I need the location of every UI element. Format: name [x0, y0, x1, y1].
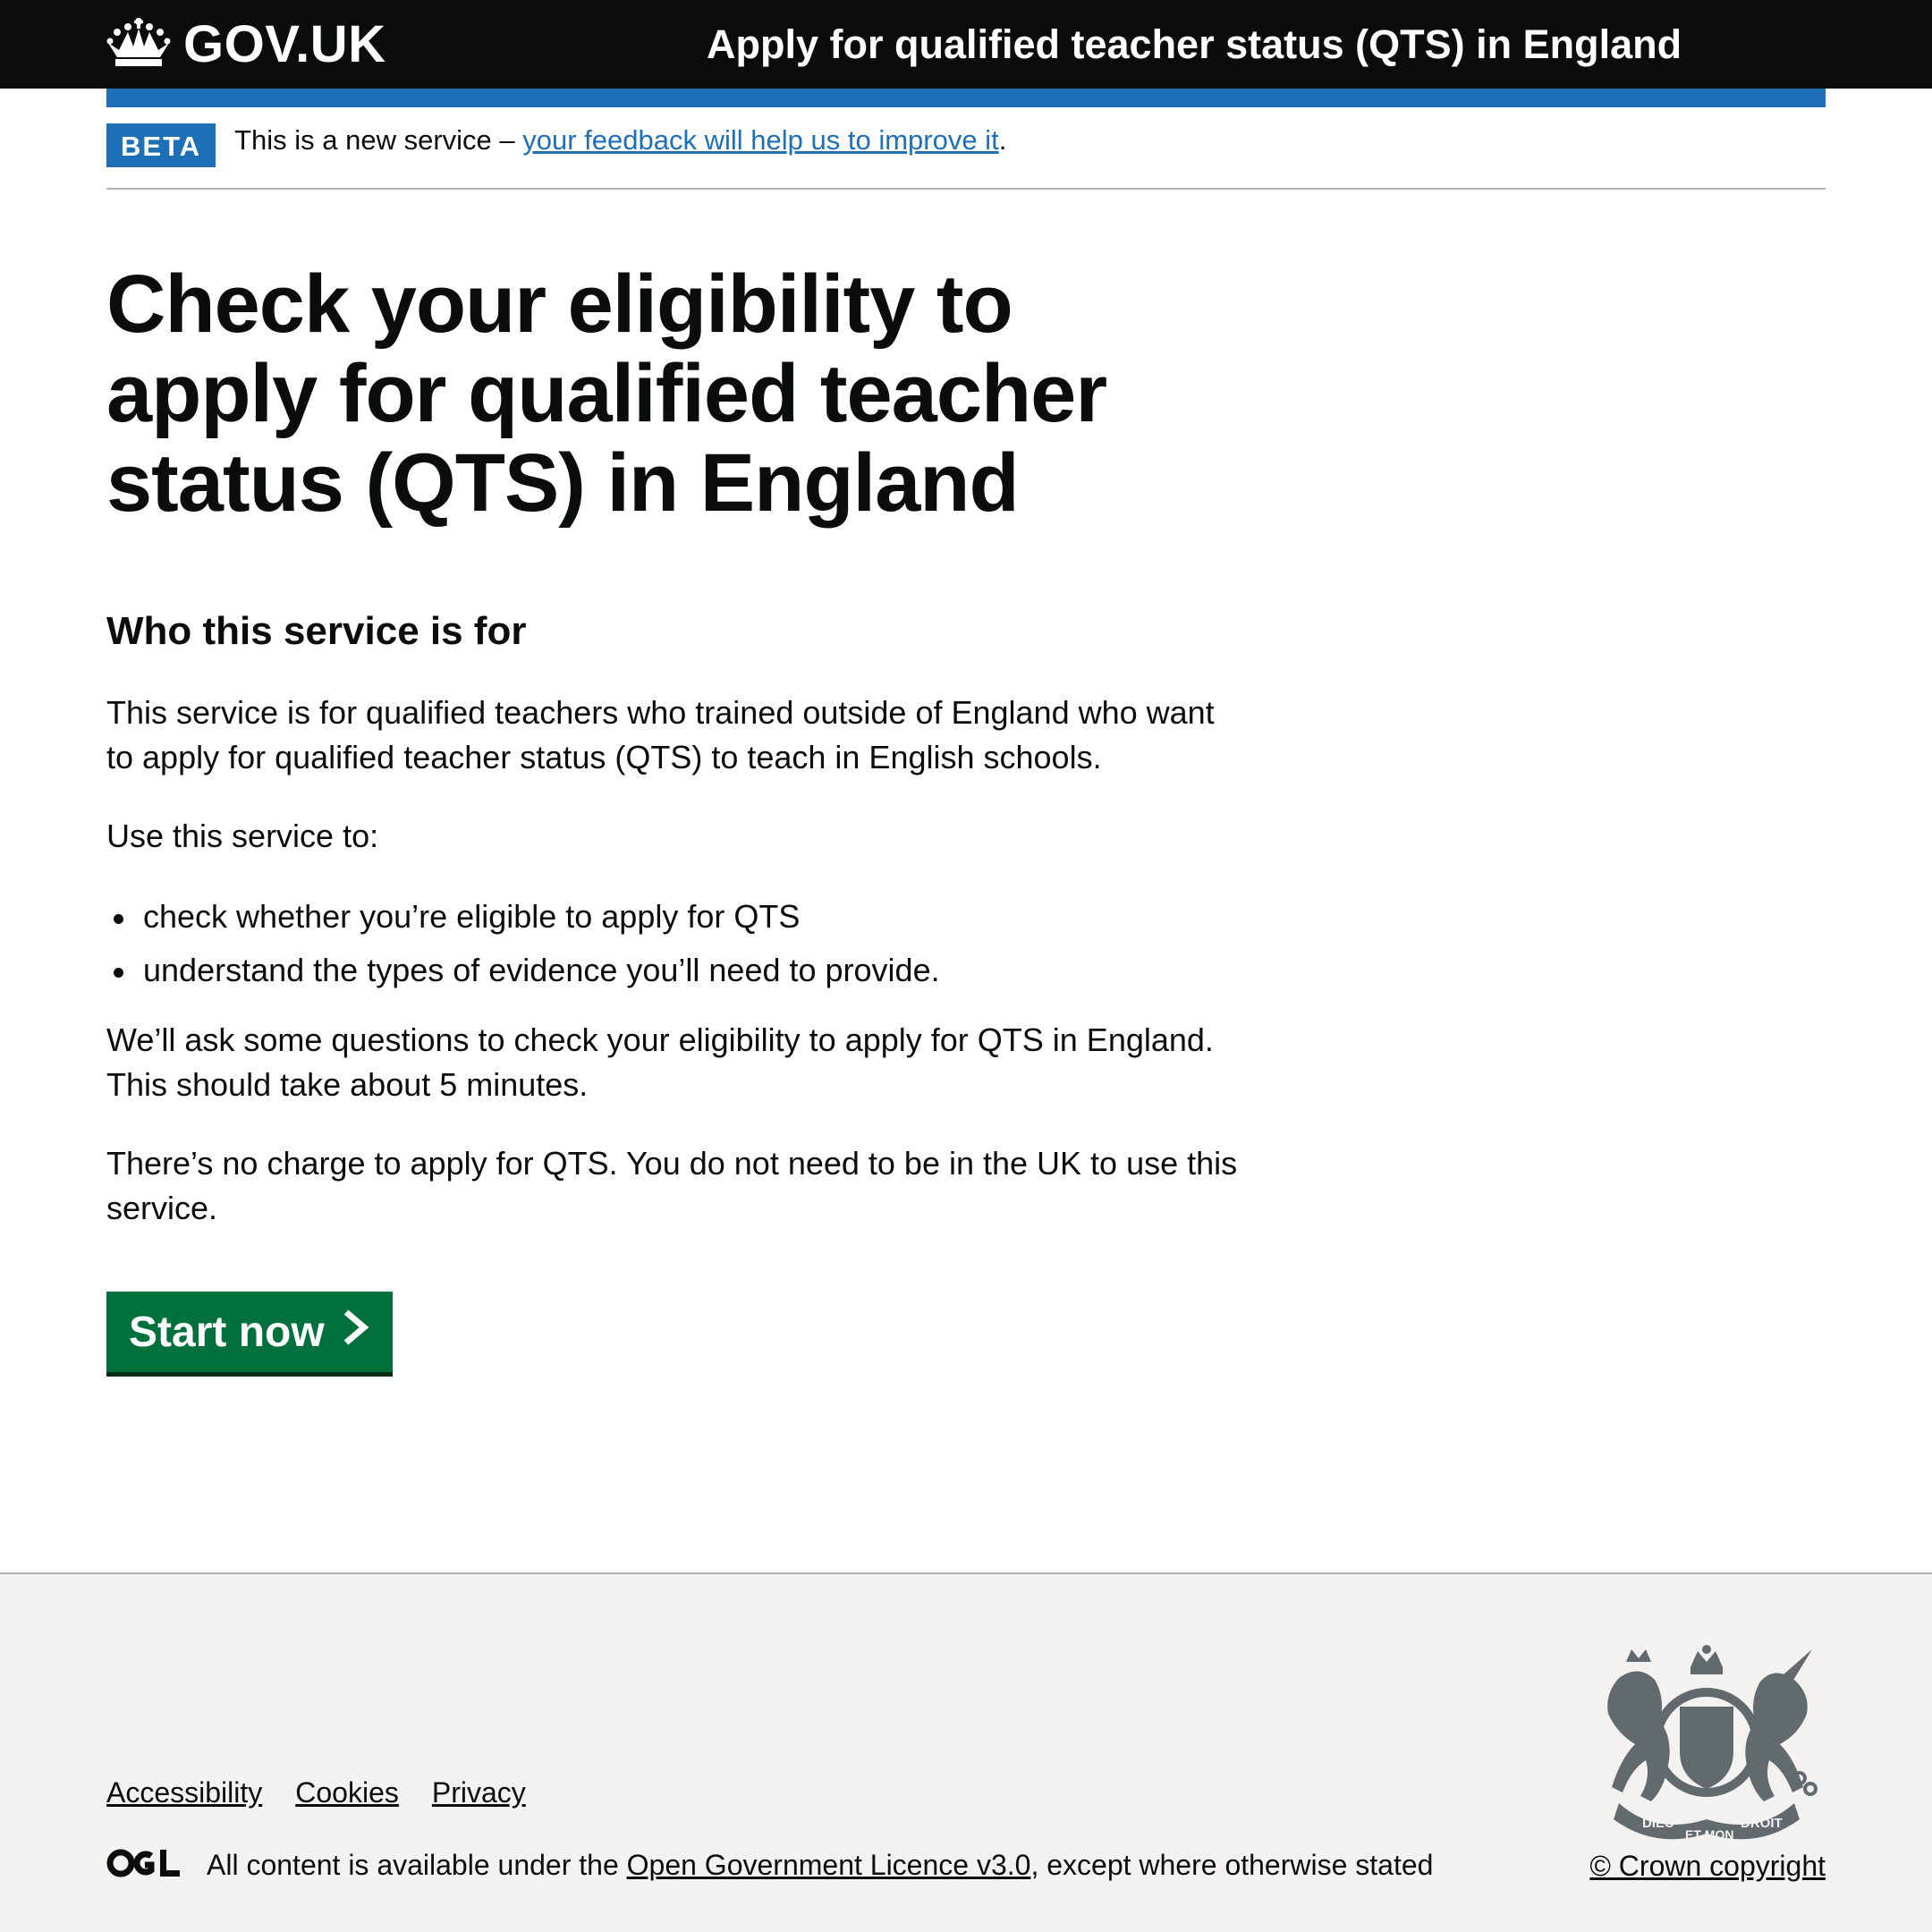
crown-icon [106, 16, 183, 72]
list-item: check whether you’re eligible to apply f… [106, 894, 1242, 939]
phase-banner-suffix: . [998, 124, 1007, 156]
service-name-link[interactable]: Apply for qualified teacher status (QTS)… [707, 20, 1682, 70]
crown-copyright-link[interactable]: © Crown copyright [1589, 1850, 1826, 1883]
crest-motto-centre: ET MON [1685, 1827, 1733, 1841]
chevron-right-icon [325, 1308, 369, 1357]
main-content: Check your eligibility to apply for qual… [106, 259, 1242, 1372]
site-footer: Accessibility Cookies Privacy All conten… [0, 1572, 1932, 1932]
licence-suffix: , except where otherwise stated [1030, 1849, 1434, 1881]
phase-banner-prefix: This is a new service – [234, 124, 523, 156]
questions-paragraph: We’ll ask some questions to check your e… [106, 1021, 1214, 1103]
licence-text: All content is available under the Open … [207, 1844, 1433, 1885]
crest-motto-left: DIEU [1642, 1816, 1674, 1831]
phase-banner: BETA This is a new service – your feedba… [106, 123, 1826, 190]
ogl-licence-link[interactable]: Open Government Licence v3.0 [627, 1849, 1031, 1881]
phase-banner-text: This is a new service – your feedback wi… [234, 116, 1006, 165]
use-service-list: check whether you’re eligible to apply f… [106, 894, 1242, 993]
site-header: GOV.UK Apply for qualified teacher statu… [0, 0, 1932, 89]
ogl-logo-icon [106, 1848, 207, 1883]
footer-link-accessibility[interactable]: Accessibility [106, 1776, 262, 1809]
no-charge-paragraph: There’s no charge to apply for QTS. You … [106, 1145, 1238, 1226]
crest-motto-right: DROIT [1741, 1816, 1783, 1831]
royal-coat-of-arms-icon: DIEU ET MON DROIT [1592, 1644, 1821, 1842]
intro-paragraph: This service is for qualified teachers w… [106, 694, 1215, 775]
govuk-logo-link[interactable]: GOV.UK [106, 14, 386, 73]
govuk-logo-text: GOV.UK [183, 14, 386, 73]
feedback-link[interactable]: your feedback will help us to improve it [522, 124, 998, 156]
footer-links: Accessibility Cookies Privacy [106, 1776, 526, 1809]
page-title: Check your eligibility to apply for qual… [106, 258, 1107, 529]
footer-link-cookies[interactable]: Cookies [295, 1776, 399, 1809]
licence-prefix: All content is available under the [207, 1849, 627, 1881]
start-now-button[interactable]: Start now [106, 1292, 393, 1372]
section-heading: Who this service is for [106, 609, 527, 653]
start-now-label: Start now [129, 1308, 325, 1356]
beta-tag: BETA [106, 123, 216, 167]
header-blue-bar [106, 89, 1826, 107]
list-item: understand the types of evidence you’ll … [106, 948, 1242, 993]
licence-statement: All content is available under the Open … [106, 1844, 1433, 1885]
footer-link-privacy[interactable]: Privacy [432, 1776, 526, 1809]
use-service-paragraph: Use this service to: [106, 818, 379, 854]
